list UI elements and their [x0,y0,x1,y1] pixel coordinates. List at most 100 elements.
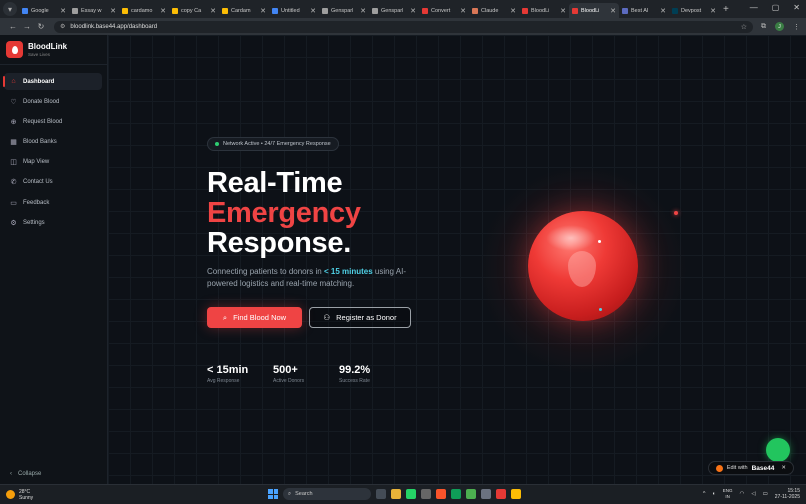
chrome-icon[interactable] [466,489,476,499]
url-input[interactable]: ⚙ bloodlink.base44.app/dashboard ☆ [53,20,754,33]
tab-close-icon[interactable]: ✕ [410,7,416,15]
maximize-icon[interactable]: ▢ [772,3,780,12]
app-icon[interactable] [496,489,506,499]
hero-lead: Connecting patients to donors in < 15 mi… [207,266,427,290]
browser-tab[interactable]: BloodLi ✕ [519,3,569,18]
tab-close-icon[interactable]: ✕ [710,7,716,15]
gear-icon: ⚙ [10,219,17,227]
stat-response: < 15min Avg Response [207,364,248,384]
forward-icon[interactable]: → [20,22,34,31]
register-donor-label: Register as Donor [336,313,397,322]
browser-tab[interactable]: Gensparl ✕ [369,3,419,18]
stat-success: 99.2% Success Rate [339,364,370,384]
sidebar-item-donate-blood[interactable]: ♡ Donate Blood [4,93,102,110]
bookmark-star-icon[interactable]: ☆ [741,23,747,31]
tray-chevron-icon[interactable]: ^ [703,491,706,497]
settings-app-icon[interactable] [421,489,431,499]
tab-close-icon[interactable]: ✕ [60,7,66,15]
wifi-icon[interactable]: ◠ [740,491,745,497]
tab-close-icon[interactable]: ✕ [310,7,316,15]
weather-desc: Sunny [19,494,34,501]
whatsapp-icon[interactable] [406,489,416,499]
tab-close-icon[interactable]: ✕ [110,7,116,15]
sidebar-item-request-blood[interactable]: ⊕ Request Blood [4,113,102,130]
clock[interactable]: 15:15 27-11-2025 [775,488,800,500]
site-info-icon[interactable]: ⚙ [60,23,65,30]
browser-tab[interactable]: Convert ✕ [419,3,469,18]
sidebar-item-dashboard[interactable]: ⌂ Dashboard [3,73,102,90]
tab-close-icon[interactable]: ✕ [510,7,516,15]
sidebar-item-label: Feedback [23,199,50,206]
edit-with-base44-pill[interactable]: Edit with Base44 ✕ [707,461,794,475]
tab-close-icon[interactable]: ✕ [260,7,266,15]
brave-icon[interactable] [436,489,446,499]
chat-fab-button[interactable] [766,438,790,462]
file-explorer-icon[interactable] [391,489,401,499]
profile-avatar[interactable]: J [775,22,785,31]
browser-tab[interactable]: Untitled ✕ [269,3,319,18]
sidebar-item-label: Settings [23,219,45,226]
sidebar-item-feedback[interactable]: ▭ Feedback [4,194,102,211]
sidebar-item-blood-banks[interactable]: ▦ Blood Banks [4,134,102,151]
chrome-alt-icon[interactable] [511,489,521,499]
browser-tab[interactable]: BloodLi ✕ [569,3,619,18]
reload-icon[interactable]: ↻ [34,22,48,31]
find-blood-button[interactable]: ⌕ Find Blood Now [207,307,302,328]
battery-icon[interactable]: ▭ [763,491,768,497]
collapse-button[interactable]: ‹ Collapse [10,471,41,477]
minimize-icon[interactable]: — [750,3,758,12]
extensions-icon[interactable]: ⧉ [761,23,766,31]
task-view-icon[interactable] [376,489,386,499]
status-dot-icon [215,142,219,146]
browser-tab[interactable]: Google ✕ [19,3,69,18]
tab-close-icon[interactable]: ✕ [360,7,366,15]
sidebar-item-settings[interactable]: ⚙ Settings [4,214,102,231]
tab-close-icon[interactable]: ✕ [610,7,616,15]
edge-icon[interactable] [451,489,461,499]
tab-close-icon[interactable]: ✕ [560,7,566,15]
browser-tab[interactable]: copy Ca ✕ [169,3,219,18]
browser-tab[interactable]: Claude ✕ [469,3,519,18]
tab-favicon-icon [172,7,178,14]
taskbar-search[interactable]: ⌕ Search [283,488,371,500]
blood-orb-illustration [528,211,638,321]
map-icon: ◫ [10,159,17,167]
sidebar-item-contact-us[interactable]: ✆ Contact Us [4,174,102,191]
collapse-label: Collapse [18,471,42,477]
tab-close-icon[interactable]: ✕ [460,7,466,15]
windows-start-icon[interactable] [268,489,278,499]
browser-tab[interactable]: Best AI ✕ [619,3,669,18]
close-window-icon[interactable]: ✕ [793,3,800,12]
browser-menu-icon[interactable]: ⋮ [793,23,800,31]
weather-widget[interactable]: 28°C Sunny [6,489,33,501]
browser-tab[interactable]: Gensparl ✕ [319,3,369,18]
register-donor-button[interactable]: ⚇ Register as Donor [309,307,411,328]
snipping-tool-icon[interactable] [481,489,491,499]
tab-favicon-icon [272,7,278,14]
tab-search-icon[interactable]: ▾ [3,2,17,16]
language-indicator[interactable]: ENG IN [723,488,733,500]
browser-tab[interactable]: Devpost ✕ [669,3,719,18]
brand-name: BloodLink [28,42,68,51]
sidebar-item-map-view[interactable]: ◫ Map View [4,154,102,171]
sparkle-dot [598,240,601,243]
volume-icon[interactable]: ◁ [751,491,755,497]
tab-label: Gensparl [381,7,404,14]
tab-close-icon[interactable]: ✕ [210,7,216,15]
blood-drop-logo-icon [6,41,23,58]
brand[interactable]: BloodLink Save Lives [0,35,107,65]
close-icon[interactable]: ✕ [781,465,786,471]
tray-app-icon[interactable]: ◐ [712,491,715,497]
tab-label: Gensparl [331,7,354,14]
browser-tab[interactable]: Essay w ✕ [69,3,119,18]
tab-close-icon[interactable]: ✕ [660,7,666,15]
new-tab-button[interactable]: + [723,4,729,15]
tab-close-icon[interactable]: ✕ [160,7,166,15]
stat-label: Active Donors [273,378,305,384]
tab-favicon-icon [72,7,78,14]
back-icon[interactable]: ← [6,22,20,31]
browser-tab[interactable]: Cardam ✕ [219,3,269,18]
browser-tab[interactable]: cardamo ✕ [119,3,169,18]
stat-value: < 15min [207,364,249,376]
phone-icon: ✆ [10,179,17,187]
